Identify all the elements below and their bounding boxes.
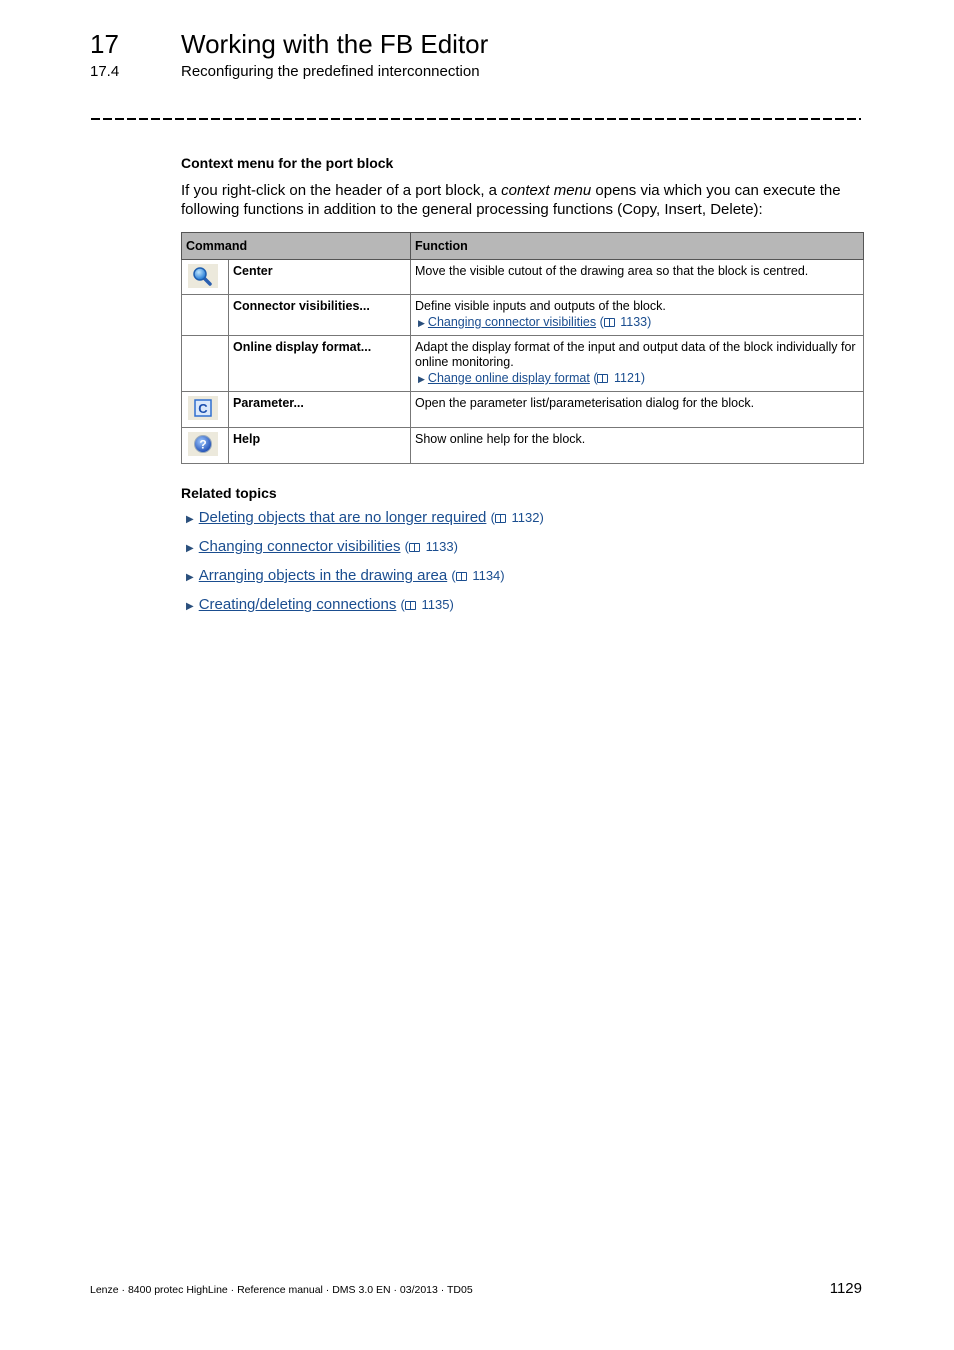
command-function: Adapt the display format of the input an… [410,335,864,392]
command-name: Online display format... [228,335,411,392]
table-header-row: Command Function [181,232,864,260]
command-function: Define visible inputs and outputs of the… [410,294,864,336]
chapter-title: Working with the FB Editor [181,29,489,59]
table-row: ? Help Show online help for the block. [181,427,864,464]
page-ref: 1133 [620,315,648,329]
related-topics-heading: Related topics [181,485,277,501]
header-divider [91,118,861,120]
page-ref: 1135 [421,597,450,612]
list-item: ▶ Deleting objects that are no longer req… [186,509,544,526]
related-topics-list: ▶ Deleting objects that are no longer req… [181,508,864,616]
section-number: 17.4 [90,63,120,80]
help-icon: ? [188,432,218,456]
arrow-right-icon: ▶ [186,543,194,554]
table-row: Center Move the visible cutout of the dr… [181,259,864,295]
main-content: Context menu for the port block If you r… [181,153,864,624]
book-icon [404,601,416,610]
command-function: Show online help for the block. [410,427,864,464]
header-function: Function [410,232,864,260]
parameter-c-icon: C [188,396,218,420]
command-name: Center [228,259,411,295]
table-row: Online display format... Adapt the displ… [181,335,864,392]
intro-emphasis: context menu [501,182,592,199]
page-ref: 1133 [425,539,454,554]
intro-text-before: If you right-click on the header of a po… [181,182,502,199]
arrow-right-icon: ▶ [418,374,425,384]
arrow-right-icon: ▶ [186,601,194,612]
page-ref: 1121 [613,371,641,385]
command-name: Connector visibilities... [228,294,411,336]
svg-text:C: C [198,401,208,416]
arrow-right-icon: ▶ [418,318,425,328]
intro-paragraph: If you right-click on the header of a po… [181,181,864,219]
page-ref: 1134 [472,568,501,583]
page-number: 1129 [829,1280,862,1297]
related-link[interactable]: Creating/deleting connections [199,596,397,613]
book-icon [597,374,609,383]
command-name: Parameter... [228,391,411,428]
table-row: Connector visibilities... Define visible… [181,294,864,336]
arrow-right-icon: ▶ [186,514,194,525]
subheading: Context menu for the port block [181,155,394,171]
xref-link[interactable]: Change online display format [428,371,590,385]
page-ref: 1132 [511,510,540,525]
svg-text:?: ? [199,438,206,452]
list-item: ▶ Changing connector visibilities ( 1133) [186,538,458,555]
book-icon [603,318,615,327]
xref-link[interactable]: Changing connector visibilities [428,315,596,329]
related-link[interactable]: Deleting objects that are no longer requ… [199,509,487,526]
command-name: Help [228,427,411,464]
magnifier-icon [188,264,218,288]
list-item: ▶ Creating/deleting connections ( 1135) [186,596,454,613]
command-function: Open the parameter list/parameterisation… [410,391,864,428]
command-function: Move the visible cutout of the drawing a… [410,259,864,295]
list-item: ▶ Arranging objects in the drawing area (… [186,567,505,584]
book-icon [409,543,420,552]
chapter-number: 17 [90,29,119,59]
section-title: Reconfiguring the predefined interconnec… [181,63,480,80]
table-row: C Parameter... Open the parameter list/p… [181,391,864,428]
command-table: Command Function Center Move the visible [181,232,864,464]
header-command: Command [181,232,411,260]
related-link[interactable]: Arranging objects in the drawing area [199,567,447,584]
footer-doc-info: Lenze · 8400 protec HighLine · Reference… [90,1284,473,1296]
book-icon [455,572,467,581]
related-link[interactable]: Changing connector visibilities [199,538,401,555]
book-icon [494,514,506,523]
arrow-right-icon: ▶ [186,572,194,583]
